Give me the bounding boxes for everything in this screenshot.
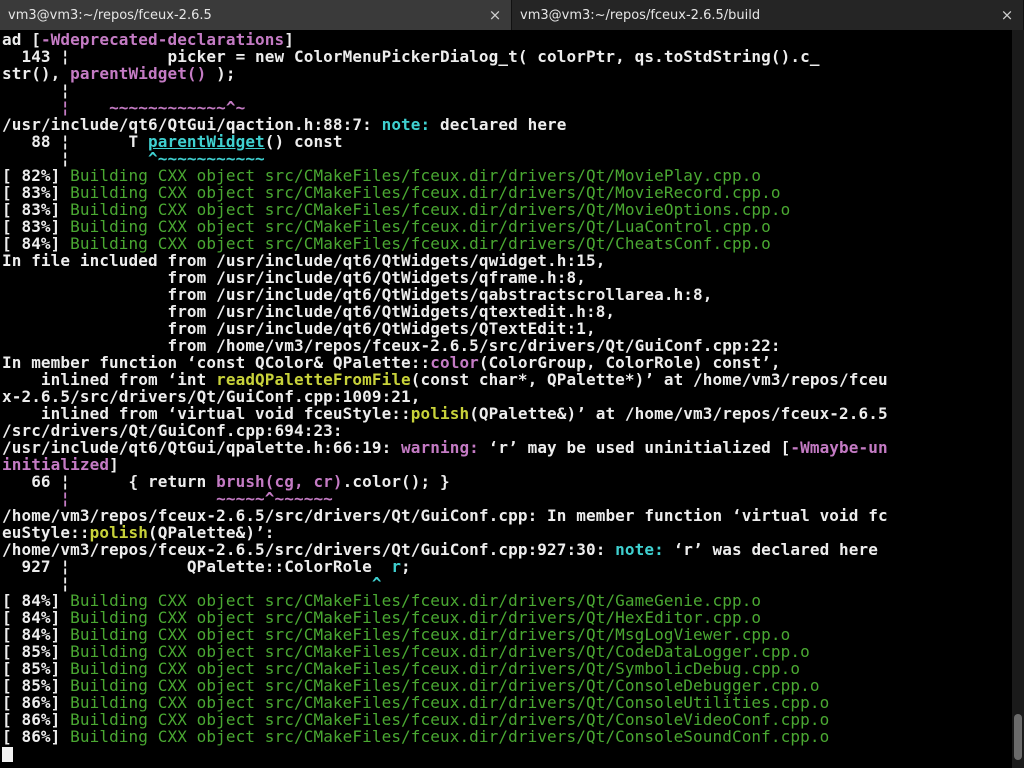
terminal-line: initialized] (2, 456, 1012, 473)
terminal-line: [ 84%] Building CXX object src/CMakeFile… (2, 609, 1012, 626)
terminal-line: [ 84%] Building CXX object src/CMakeFile… (2, 626, 1012, 643)
terminal-line: /home/vm3/repos/fceux-2.6.5/src/drivers/… (2, 507, 1012, 524)
terminal-line: from /usr/include/qt6/QtWidgets/QTextEdi… (2, 320, 1012, 337)
terminal-line: ¦ ~~~~~~~~~~~~^~ (2, 99, 1012, 116)
close-icon[interactable]: × (999, 7, 1015, 23)
terminal-text: note: (381, 115, 431, 134)
terminal-text: parentWidget() (70, 64, 207, 83)
terminal-line: from /usr/include/qt6/QtWidgets/qframe.h… (2, 269, 1012, 286)
terminal-line: /usr/include/qt6/QtGui/qpalette.h:66:19:… (2, 439, 1012, 456)
terminal-line: [ 86%] Building CXX object src/CMakeFile… (2, 694, 1012, 711)
terminal-line: inlined from ‘virtual void fceuStyle::po… (2, 405, 1012, 422)
tab-label: vm3@vm3:~/repos/fceux-2.6.5/build (520, 7, 761, 23)
terminal-line: [ 84%] Building CXX object src/CMakeFile… (2, 235, 1012, 252)
terminal-line: [ 86%] Building CXX object src/CMakeFile… (2, 711, 1012, 728)
tab-bar: vm3@vm3:~/repos/fceux-2.6.5 × vm3@vm3:~/… (0, 0, 1024, 30)
terminal-line: [ 82%] Building CXX object src/CMakeFile… (2, 167, 1012, 184)
terminal-line: ¦ ^ (2, 575, 1012, 592)
terminal-text: Building CXX object src/CMakeFiles/fceux… (70, 727, 830, 746)
terminal-line: str(), parentWidget() ); (2, 65, 1012, 82)
terminal-line: ¦ ^~~~~~~~~~~~ (2, 150, 1012, 167)
terminal-text: polish (410, 404, 470, 423)
terminal-line: from /home/vm3/repos/fceux-2.6.5/src/dri… (2, 337, 1012, 354)
terminal-text: ; (401, 557, 411, 576)
terminal-line: 88 ¦ T parentWidget() const (2, 133, 1012, 150)
terminal-line: 66 ¦ { return brush(cg, cr).color(); } (2, 473, 1012, 490)
terminal-line: from /usr/include/qt6/QtWidgets/qabstrac… (2, 286, 1012, 303)
terminal-text: .color(); } (342, 472, 450, 491)
terminal-line: from /usr/include/qt6/QtWidgets/qtextedi… (2, 303, 1012, 320)
terminal-line: inlined from ‘int readQPaletteFromFile(c… (2, 371, 1012, 388)
cursor-block (2, 747, 13, 762)
prompt-line (2, 745, 1012, 762)
terminal-line: In member function ‘const QColor& QPalet… (2, 354, 1012, 371)
close-icon[interactable]: × (487, 7, 503, 23)
terminal-line: ad [-Wdeprecated-declarations] (2, 31, 1012, 48)
terminal-output[interactable]: ad [-Wdeprecated-declarations] 143 ¦ pic… (0, 30, 1012, 768)
terminal-text: [ 86%] (2, 727, 71, 746)
terminal-text: ); (206, 64, 236, 83)
terminal-line: /usr/include/qt6/QtGui/qaction.h:88:7: n… (2, 116, 1012, 133)
scrollbar-thumb[interactable] (1014, 714, 1022, 760)
tab-label: vm3@vm3:~/repos/fceux-2.6.5 (8, 7, 212, 23)
terminal-line: [ 84%] Building CXX object src/CMakeFile… (2, 592, 1012, 609)
terminal-line: /home/vm3/repos/fceux-2.6.5/src/drivers/… (2, 541, 1012, 558)
terminal-line: [ 85%] Building CXX object src/CMakeFile… (2, 677, 1012, 694)
terminal-text: note: (615, 540, 664, 559)
terminal-text: warning: (401, 438, 479, 457)
terminal-line: [ 85%] Building CXX object src/CMakeFile… (2, 643, 1012, 660)
terminal-line: 927 ¦ QPalette::ColorRole r; (2, 558, 1012, 575)
tab-fceux-root[interactable]: vm3@vm3:~/repos/fceux-2.6.5 × (0, 0, 512, 30)
terminal-line: [ 85%] Building CXX object src/CMakeFile… (2, 660, 1012, 677)
terminal-text: declared here (430, 115, 567, 134)
terminal-scrollbar[interactable] (1012, 30, 1024, 768)
terminal-text: In member function ‘virtual void fc (537, 506, 888, 525)
terminal-text: r (391, 557, 402, 576)
terminal-line: [ 83%] Building CXX object src/CMakeFile… (2, 184, 1012, 201)
terminal-line: 143 ¦ picker = new ColorMenuPickerDialog… (2, 48, 1012, 65)
terminal-text: (QPalette&)’ at /home/vm3/repos/fceux-2.… (469, 404, 888, 423)
terminal-line: ¦ (2, 82, 1012, 99)
terminal-line: euStyle::polish(QPalette&)’: (2, 524, 1012, 541)
tab-fceux-build[interactable]: vm3@vm3:~/repos/fceux-2.6.5/build × (512, 0, 1024, 30)
terminal-line: ¦ ~~~~~^~~~~~~ (2, 490, 1012, 507)
terminal-text: ‘r’ was declared here (663, 540, 878, 559)
terminal-line: [ 83%] Building CXX object src/CMakeFile… (2, 218, 1012, 235)
terminal-line: /src/drivers/Qt/GuiConf.cpp:694:23: (2, 422, 1012, 439)
terminal-line: [ 83%] Building CXX object src/CMakeFile… (2, 201, 1012, 218)
terminal-line: [ 86%] Building CXX object src/CMakeFile… (2, 728, 1012, 745)
terminal-text: (const char*, QPalette*)’ at /home/vm3/r… (410, 370, 888, 389)
terminal-text: () const (264, 132, 343, 151)
terminal-line: x-2.6.5/src/drivers/Qt/GuiConf.cpp:1009:… (2, 388, 1012, 405)
terminal-text: ‘r’ may be used uninitialized [ (478, 438, 791, 457)
terminal-line: In file included from /usr/include/qt6/Q… (2, 252, 1012, 269)
terminal-text: -Wmaybe-un (790, 438, 888, 457)
